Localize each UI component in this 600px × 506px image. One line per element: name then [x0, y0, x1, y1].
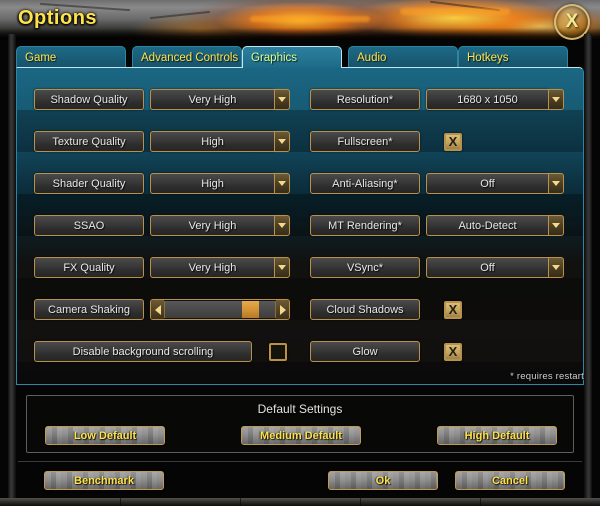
setting-row-vsync: VSync* Off — [310, 257, 564, 278]
chevron-down-icon[interactable] — [548, 173, 564, 194]
settings-column-right: Resolution* 1680 x 1050 Fullscreen* X Anti-A… — [17, 68, 583, 384]
window-frame-bottom — [0, 498, 600, 506]
footer-divider — [18, 461, 582, 462]
checkbox-fullscreen[interactable]: X — [444, 132, 462, 151]
setting-label-vsync: VSync* — [310, 257, 420, 278]
medium-default-button[interactable]: Medium Default — [241, 426, 361, 445]
chevron-glyph — [552, 97, 560, 102]
window-frame-left — [8, 34, 16, 502]
dropdown-value-mt-rendering[interactable]: Auto-Detect — [426, 215, 548, 236]
tab-graphics[interactable]: Graphics — [242, 46, 342, 68]
checkmark-icon: X — [448, 134, 458, 149]
restart-footnote: * requires restart — [510, 371, 584, 382]
dropdown-value-anti-aliasing[interactable]: Off — [426, 173, 548, 194]
chevron-glyph — [552, 223, 560, 228]
page-title: Options — [18, 7, 98, 29]
high-default-button[interactable]: High Default — [437, 426, 557, 445]
cancel-button[interactable]: Cancel — [455, 471, 565, 490]
graphics-settings-panel: Shadow Quality Very High Texture Quality Hi… — [16, 67, 584, 385]
default-settings-group: Default Settings Low Default Medium Defa… — [26, 395, 574, 453]
window-frame-right — [584, 34, 592, 502]
setting-row-glow: Glow X — [310, 341, 462, 362]
checkbox-glow[interactable]: X — [444, 342, 462, 361]
setting-label-anti-aliasing: Anti-Aliasing* — [310, 173, 420, 194]
tab-label: Audio — [357, 51, 387, 64]
setting-row-anti-aliasing: Anti-Aliasing* Off — [310, 173, 564, 194]
tab-hotkeys[interactable]: Hotkeys — [458, 46, 568, 68]
checkmark-icon: X — [448, 302, 458, 317]
tab-game[interactable]: Game — [16, 46, 126, 68]
checkbox-cloud-shadows[interactable]: X — [444, 300, 462, 319]
setting-row-cloud-shadows: Cloud Shadows X — [310, 299, 462, 320]
tab-label: Advanced Controls — [141, 51, 239, 64]
options-window: Options X Game Advanced Controls Graphics A… — [0, 0, 600, 506]
chevron-down-icon[interactable] — [548, 89, 564, 110]
setting-row-mt-rendering: MT Rendering* Auto-Detect — [310, 215, 564, 236]
setting-label-glow: Glow — [310, 341, 420, 362]
chevron-glyph — [552, 181, 560, 186]
setting-label-resolution: Resolution* — [310, 89, 420, 110]
dropdown-value-resolution[interactable]: 1680 x 1050 — [426, 89, 548, 110]
setting-row-fullscreen: Fullscreen* X — [310, 131, 462, 152]
tab-label: Hotkeys — [467, 51, 509, 64]
low-default-button[interactable]: Low Default — [45, 426, 165, 445]
ok-button[interactable]: Ok — [328, 471, 438, 490]
dropdown-value-vsync[interactable]: Off — [426, 257, 548, 278]
tab-bar: Game Advanced Controls Graphics Audio Hotkey… — [16, 46, 584, 68]
setting-label-cloud-shadows: Cloud Shadows — [310, 299, 420, 320]
default-settings-header: Default Settings — [257, 402, 343, 416]
setting-label-mt-rendering: MT Rendering* — [310, 215, 420, 236]
tab-label: Game — [25, 51, 57, 64]
setting-label-fullscreen: Fullscreen* — [310, 131, 420, 152]
tab-audio[interactable]: Audio — [348, 46, 458, 68]
tab-advanced-controls[interactable]: Advanced Controls — [132, 46, 242, 68]
checkmark-icon: X — [448, 344, 458, 359]
tab-label: Graphics — [251, 51, 298, 64]
chevron-down-icon[interactable] — [548, 257, 564, 278]
benchmark-button[interactable]: Benchmark — [44, 471, 164, 490]
setting-row-resolution: Resolution* 1680 x 1050 — [310, 89, 564, 110]
chevron-down-icon[interactable] — [548, 215, 564, 236]
chevron-glyph — [552, 265, 560, 270]
